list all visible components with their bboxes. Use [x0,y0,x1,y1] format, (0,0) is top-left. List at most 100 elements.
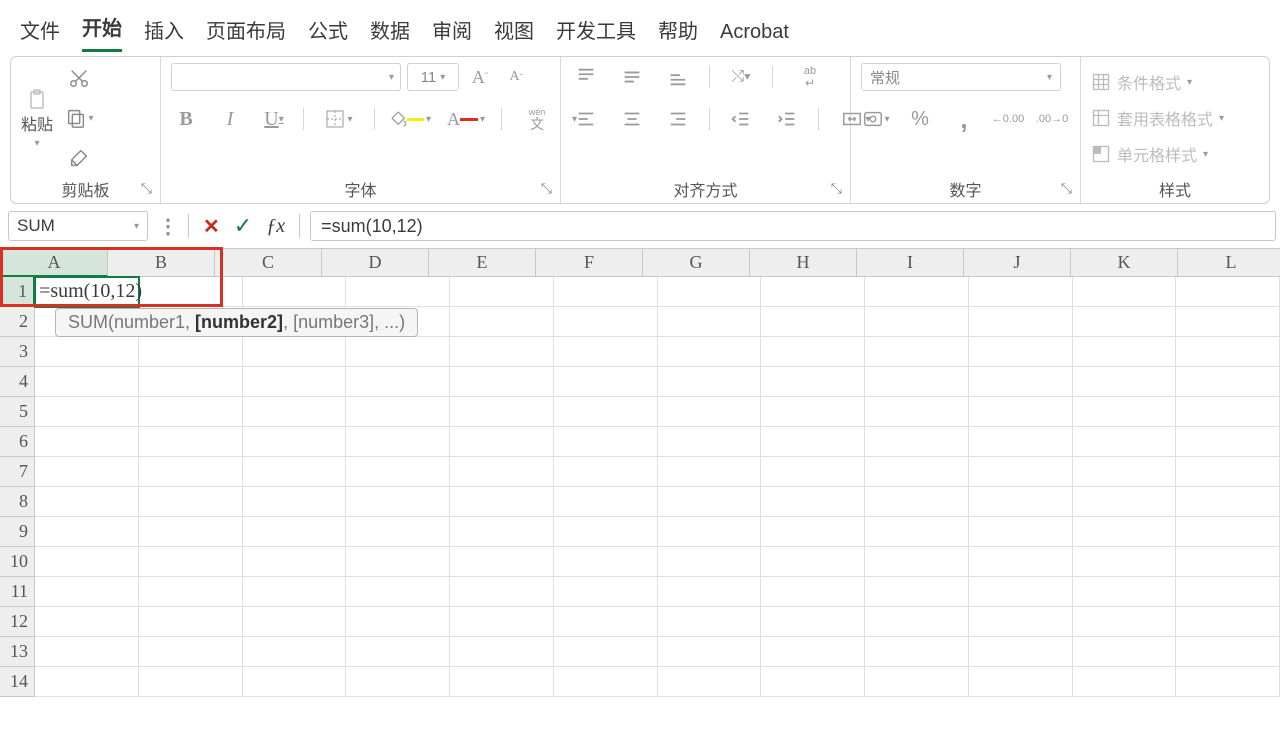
cell-I13[interactable] [865,637,969,667]
cell-G13[interactable] [658,637,762,667]
cell-H7[interactable] [761,457,865,487]
cell-E13[interactable] [450,637,554,667]
cell-C13[interactable] [243,637,347,667]
col-header-K[interactable]: K [1071,249,1178,277]
decrease-decimal-button[interactable]: .00→0 [1037,105,1067,133]
cell-F10[interactable] [554,547,658,577]
cell-G7[interactable] [658,457,762,487]
cell-D3[interactable] [346,337,450,367]
cell-D9[interactable] [346,517,450,547]
select-all-corner[interactable] [0,249,1,277]
cell-I12[interactable] [865,607,969,637]
cell-L10[interactable] [1176,547,1280,577]
cell-J10[interactable] [969,547,1073,577]
chevron-down-icon[interactable]: ▾ [134,221,139,232]
increase-font-button[interactable]: Aˆ [465,63,495,91]
orientation-button[interactable]: ⤭▾ [726,63,756,91]
cell-A13[interactable] [35,637,139,667]
cell-L8[interactable] [1176,487,1280,517]
row-header-14[interactable]: 14 [0,667,35,697]
percent-button[interactable]: % [905,105,935,133]
wrap-text-button[interactable]: ab↵ [789,63,831,91]
cell-G4[interactable] [658,367,762,397]
cell-I7[interactable] [865,457,969,487]
menu-tab-2[interactable]: 插入 [144,22,184,52]
font-color-button[interactable]: A▾ [445,105,487,133]
col-header-D[interactable]: D [322,249,429,277]
borders-button[interactable]: ▾ [318,105,360,133]
format-as-table-button[interactable]: 套用表格格式▾ [1091,103,1224,133]
cell-K9[interactable] [1073,517,1177,547]
cell-L9[interactable] [1176,517,1280,547]
cell-F5[interactable] [554,397,658,427]
cell-E14[interactable] [450,667,554,697]
cell-F8[interactable] [554,487,658,517]
cell-K11[interactable] [1073,577,1177,607]
row-header-3[interactable]: 3 [0,337,35,367]
cell-E5[interactable] [450,397,554,427]
col-header-J[interactable]: J [964,249,1071,277]
cell-I3[interactable] [865,337,969,367]
cell-L2[interactable] [1176,307,1280,337]
cell-I2[interactable] [865,307,969,337]
cell-I4[interactable] [865,367,969,397]
cell-I11[interactable] [865,577,969,607]
cell-E10[interactable] [450,547,554,577]
cell-G1[interactable] [658,277,762,307]
cell-A9[interactable] [35,517,139,547]
cell-B12[interactable] [139,607,243,637]
cell-C10[interactable] [243,547,347,577]
align-bottom-button[interactable] [663,63,693,91]
menu-tab-3[interactable]: 页面布局 [206,22,286,52]
cell-B7[interactable] [139,457,243,487]
cell-J3[interactable] [969,337,1073,367]
cell-C5[interactable] [243,397,347,427]
row-header-5[interactable]: 5 [0,397,35,427]
cell-L6[interactable] [1176,427,1280,457]
cell-H2[interactable] [761,307,865,337]
underline-button[interactable]: U ▾ [259,105,289,133]
cell-H8[interactable] [761,487,865,517]
cell-L13[interactable] [1176,637,1280,667]
cell-F2[interactable] [554,307,658,337]
font-size-select[interactable]: 11▾ [407,63,459,91]
cell-K14[interactable] [1073,667,1177,697]
cell-J4[interactable] [969,367,1073,397]
cell-D12[interactable] [346,607,450,637]
cell-G11[interactable] [658,577,762,607]
cell-J6[interactable] [969,427,1073,457]
cell-F7[interactable] [554,457,658,487]
cell-A4[interactable] [35,367,139,397]
cell-J5[interactable] [969,397,1073,427]
cell-A6[interactable] [35,427,139,457]
cell-I5[interactable] [865,397,969,427]
name-box[interactable]: SUM ▾ [8,211,148,241]
cell-E9[interactable] [450,517,554,547]
cell-I10[interactable] [865,547,969,577]
cell-D11[interactable] [346,577,450,607]
cell-H10[interactable] [761,547,865,577]
cell-K10[interactable] [1073,547,1177,577]
format-painter-button[interactable] [64,144,94,172]
cell-J2[interactable] [969,307,1073,337]
cell-J8[interactable] [969,487,1073,517]
accounting-format-button[interactable]: ▾ [861,105,891,133]
cell-B11[interactable] [139,577,243,607]
menu-tab-9[interactable]: 帮助 [658,22,698,52]
cell-I1[interactable] [865,277,969,307]
cell-A12[interactable] [35,607,139,637]
cell-I9[interactable] [865,517,969,547]
conditional-formatting-button[interactable]: 条件格式▾ [1091,67,1192,97]
cell-D7[interactable] [346,457,450,487]
dialog-launcher-icon[interactable]: ⤡ [831,180,842,197]
menu-tab-1[interactable]: 开始 [82,19,122,52]
dialog-launcher-icon[interactable]: ⤡ [1061,180,1072,197]
align-right-button[interactable] [663,105,693,133]
cell-K3[interactable] [1073,337,1177,367]
cell-F11[interactable] [554,577,658,607]
row-header-8[interactable]: 8 [0,487,35,517]
cell-E12[interactable] [450,607,554,637]
cell-H4[interactable] [761,367,865,397]
cell-H9[interactable] [761,517,865,547]
phonetic-button[interactable]: wén文 [516,105,558,133]
